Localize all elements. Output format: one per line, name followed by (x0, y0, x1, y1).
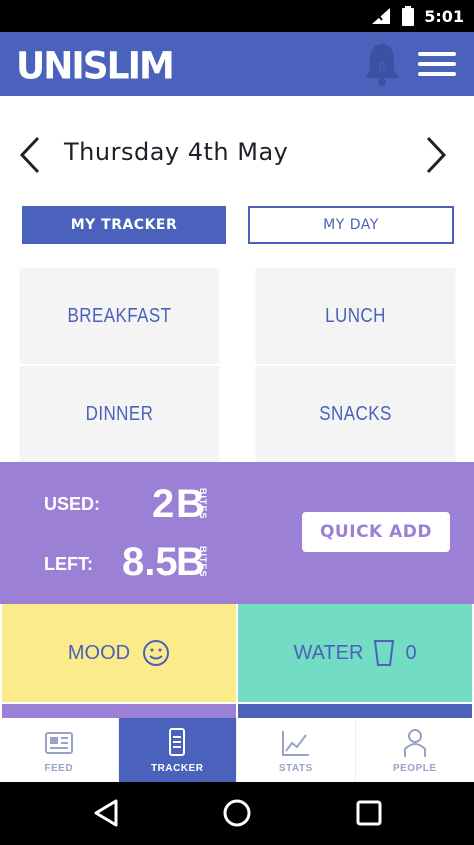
nav-people-label: PEOPLE (392, 762, 437, 774)
nav-feed-label: FEED (44, 762, 74, 774)
home-circle-icon[interactable] (220, 796, 254, 830)
meal-grid: BREAKFAST LUNCH DINNER SNACKS (0, 266, 474, 462)
bites-budget-panel: USED: 2 B BITES LEFT: 8.5 B BITES QUICK … (0, 462, 474, 604)
smiley-icon (143, 640, 170, 666)
snacks-label: SNACKS (319, 402, 392, 425)
stats-chart-icon (281, 730, 309, 756)
menu-line (418, 52, 456, 56)
nav-stats-label: STATS (278, 762, 313, 774)
left-label: LEFT: (44, 554, 93, 574)
mood-label: MOOD (67, 641, 131, 664)
water-tile[interactable]: WATER 0 (238, 604, 472, 702)
nav-stats[interactable]: STATS (237, 718, 356, 782)
lunch-label: LUNCH (325, 304, 386, 327)
lunch-tile[interactable]: LUNCH (255, 268, 456, 364)
used-unit-sub: BITES (198, 488, 208, 520)
tracker-phone-icon (169, 727, 186, 756)
water-label: WATER (293, 641, 364, 664)
used-value: 2 (152, 482, 175, 526)
app-logo: UNISLIM (16, 44, 175, 89)
nav-people[interactable]: PEOPLE (356, 718, 474, 782)
panel-edge-right (238, 704, 472, 718)
water-count: 0 (405, 641, 417, 664)
used-label: USED: (44, 494, 101, 514)
quick-add-button[interactable]: QUICK ADD (302, 512, 450, 552)
bottom-navigation: FEED TRACKER STATS PEOPLE (0, 718, 474, 782)
app-bar: UNISLIM 0 (0, 32, 474, 96)
status-time: 5:01 (424, 6, 464, 26)
notification-count: 0 (379, 60, 386, 73)
date-navigator: Thursday 4th May (0, 124, 474, 184)
panel-edge-left (2, 704, 236, 718)
nav-feed[interactable]: FEED (0, 718, 119, 782)
menu-line (418, 62, 456, 66)
my-day-tab[interactable]: MY DAY (248, 206, 454, 244)
status-bar: 5:01 (0, 0, 474, 32)
menu-button[interactable] (418, 46, 456, 82)
snacks-tile[interactable]: SNACKS (255, 366, 456, 462)
left-value: 8.5 (122, 540, 178, 584)
people-icon (403, 728, 426, 757)
breakfast-label: BREAKFAST (67, 304, 172, 327)
battery-icon (402, 6, 415, 26)
previous-day-chevron-icon[interactable] (14, 134, 46, 176)
breakfast-tile[interactable]: BREAKFAST (19, 268, 220, 364)
my-tracker-tab[interactable]: MY TRACKER (22, 206, 226, 244)
dinner-label: DINNER (85, 402, 154, 425)
feed-icon (44, 731, 73, 754)
mood-tile[interactable]: MOOD (2, 604, 236, 702)
next-day-chevron-icon[interactable] (420, 134, 452, 176)
nav-tracker-label: TRACKER (151, 762, 204, 774)
android-navigation-bar (0, 782, 474, 845)
dinner-tile[interactable]: DINNER (19, 366, 220, 462)
left-unit-sub: BITES (198, 546, 208, 578)
menu-line (418, 72, 456, 76)
back-triangle-icon[interactable] (90, 796, 124, 830)
signal-icon (372, 8, 391, 24)
nav-tracker[interactable]: TRACKER (118, 718, 237, 782)
recents-square-icon[interactable] (352, 796, 386, 830)
current-date: Thursday 4th May (64, 138, 289, 166)
glass-icon (374, 640, 395, 666)
notification-bell-icon[interactable]: 0 (360, 40, 404, 88)
